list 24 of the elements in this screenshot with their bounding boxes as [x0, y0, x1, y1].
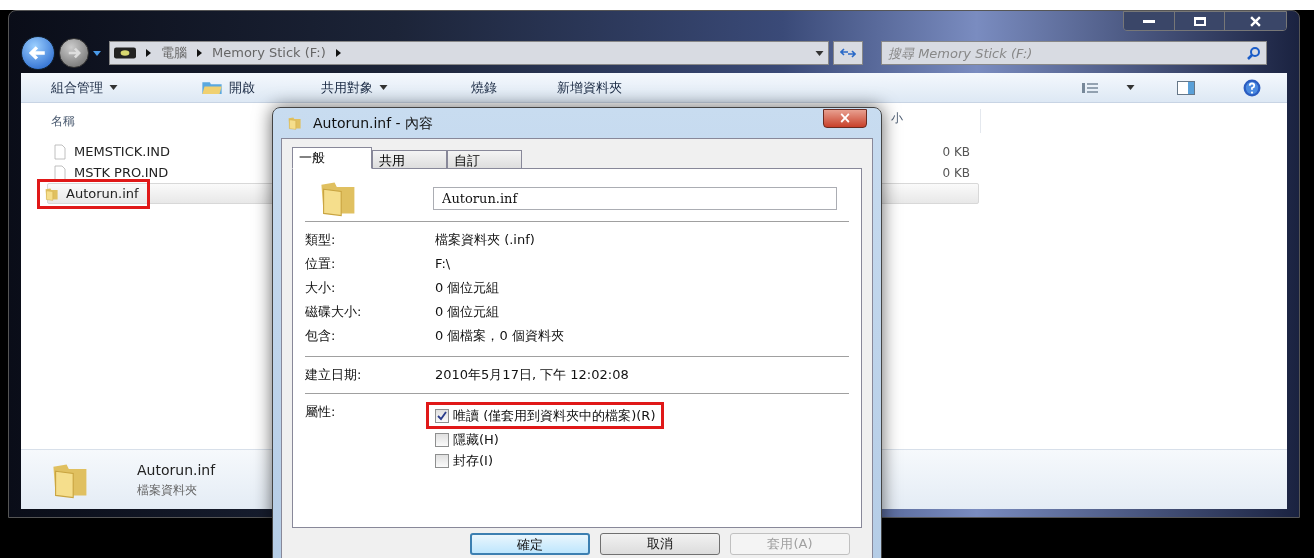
property-value: 2010年5月17日, 下午 12:02:08 — [435, 366, 629, 385]
checkbox-label: 隱藏(H) — [453, 430, 499, 449]
details-type: 檔案資料夾 — [137, 482, 198, 499]
property-label: 大小: — [305, 279, 337, 298]
property-label: 類型: — [305, 231, 337, 250]
file-size: 0 KB — [942, 164, 970, 182]
property-value: 0 個位元組 — [435, 303, 500, 322]
file-name: MEMSTICK.IND — [74, 142, 170, 161]
checkbox-label: 唯讀 (僅套用到資料夾中的檔案)(R) — [453, 406, 656, 425]
details-name: Autorun.inf — [137, 461, 216, 480]
dialog-title: Autorun.inf - 內容 — [313, 113, 434, 133]
property-value: 0 個位元組 — [435, 279, 500, 298]
property-label: 建立日期: — [305, 366, 363, 385]
property-value: 檔案資料夾 (.inf) — [435, 231, 535, 250]
property-label: 位置: — [305, 255, 337, 274]
file-name: MSTK PRO.IND — [74, 163, 169, 182]
checkbox-label: 封存(I) — [453, 451, 493, 470]
property-label: 磁碟大小: — [305, 303, 363, 322]
file-size: 0 KB — [942, 143, 970, 161]
file-name: Autorun.inf — [66, 184, 139, 203]
property-label: 包含: — [305, 327, 337, 346]
property-label: 屬性: — [305, 403, 337, 421]
property-value: F:\ — [435, 255, 451, 274]
property-value: 0 個檔案，0 個資料夾 — [435, 327, 564, 346]
